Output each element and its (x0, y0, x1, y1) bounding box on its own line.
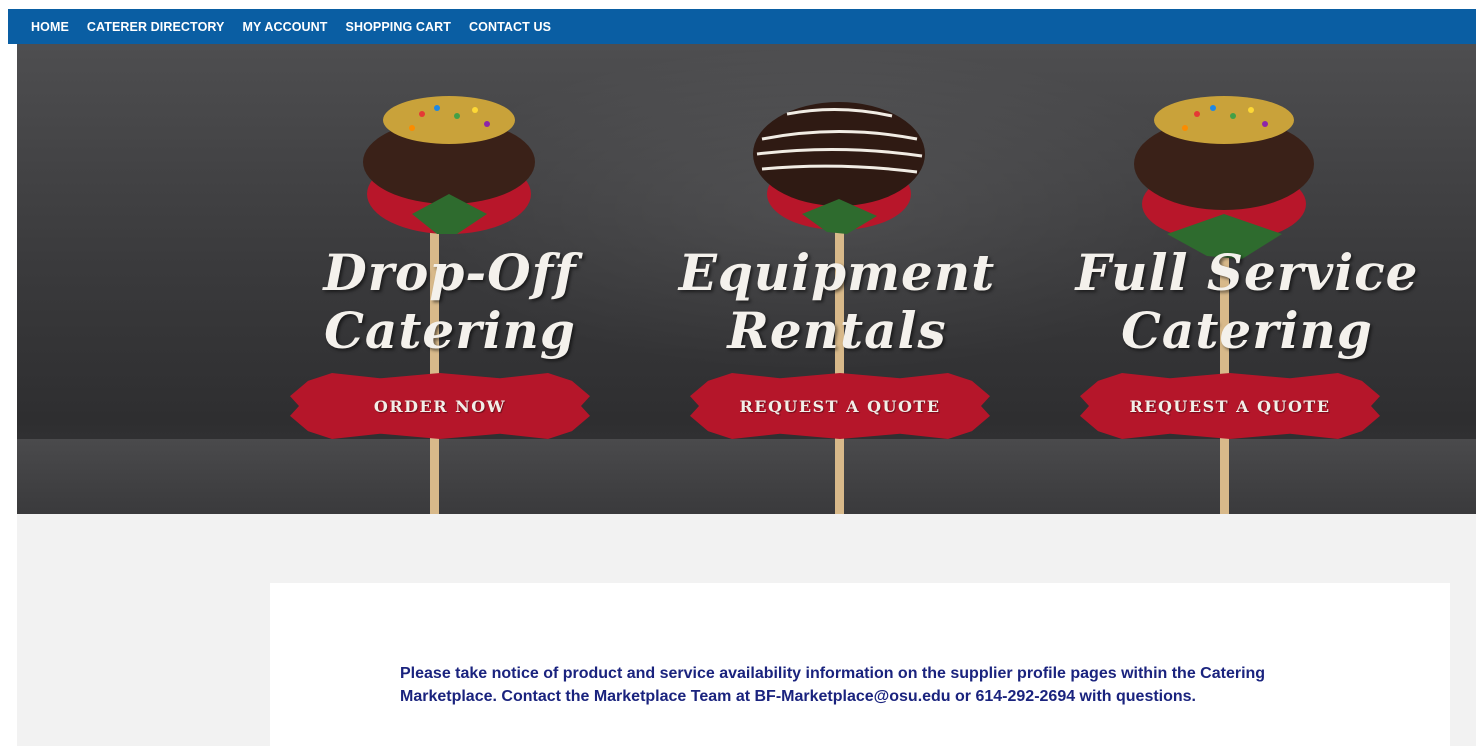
top-nav: HOME CATERER DIRECTORY MY ACCOUNT SHOPPI… (8, 9, 1476, 44)
notice-card: Please take notice of product and servic… (270, 583, 1450, 746)
cake-pop-sprinkles-1 (363, 96, 535, 234)
nav-contact-us[interactable]: CONTACT US (469, 20, 551, 34)
cake-pop-sprinkles-2 (1134, 96, 1314, 259)
cake-pop-drizzle (753, 102, 925, 234)
hero-title-line: Rentals (727, 301, 947, 360)
hero-title-drop-off: Drop-Off Catering (270, 244, 630, 360)
request-quote-equipment-button[interactable]: REQUEST A QUOTE (690, 373, 990, 439)
nav-caterer-directory[interactable]: CATERER DIRECTORY (87, 20, 225, 34)
order-now-button[interactable]: ORDER NOW (290, 373, 590, 439)
hero-title-equipment: Equipment Rentals (657, 244, 1017, 360)
hero-title-line: Catering (1121, 301, 1373, 360)
hero-title-line: Equipment (678, 243, 996, 302)
nav-my-account[interactable]: MY ACCOUNT (243, 20, 328, 34)
request-quote-full-service-button[interactable]: REQUEST A QUOTE (1080, 373, 1380, 439)
availability-notice: Please take notice of product and servic… (400, 665, 1266, 705)
hero-title-full-service: Full Service Catering (1047, 244, 1447, 360)
hero-title-line: Full Service (1075, 243, 1419, 302)
nav-shopping-cart[interactable]: SHOPPING CART (346, 20, 451, 34)
hero-title-line: Catering (324, 301, 576, 360)
nav-home[interactable]: HOME (31, 20, 69, 34)
hero-banner: Drop-Off Catering Equipment Rentals Full… (17, 44, 1476, 514)
hero-title-line: Drop-Off (323, 243, 577, 302)
